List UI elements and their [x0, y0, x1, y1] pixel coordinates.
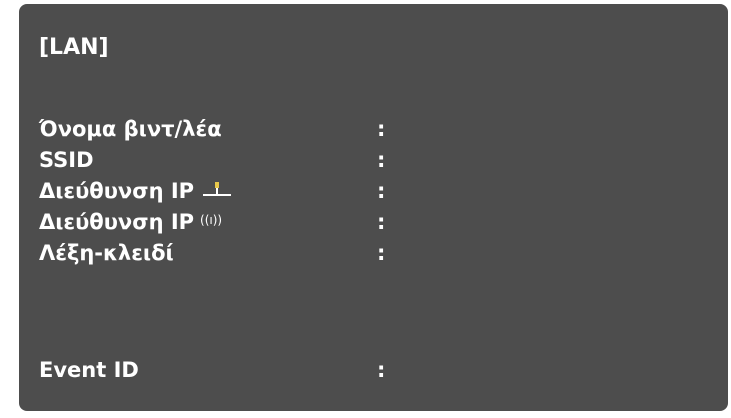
info-row-passphrase: Λέξη-κλειδί :	[39, 239, 539, 267]
row-separator: :	[377, 358, 386, 382]
row-label: Διεύθυνση IP	[39, 210, 195, 234]
row-label: Λέξη-κλειδί	[39, 241, 174, 265]
row-separator: :	[377, 210, 386, 234]
row-separator: :	[377, 179, 386, 203]
info-row-projector-name: Όνομα βιντ/λέα :	[39, 115, 539, 143]
row-separator: :	[377, 117, 386, 141]
info-row-event-id: Event ID :	[39, 356, 539, 384]
row-label: Event ID	[39, 358, 139, 382]
panel-title: [LAN]	[39, 35, 109, 60]
row-separator: :	[377, 241, 386, 265]
wireless-icon: ((ı))	[200, 213, 223, 227]
row-label: Όνομα βιντ/λέα	[39, 117, 222, 141]
info-row-ip-wireless: Διεύθυνση IP ((ı)) :	[39, 208, 539, 236]
row-label: Διεύθυνση IP	[39, 179, 195, 203]
row-label: SSID	[39, 148, 94, 172]
row-separator: :	[377, 148, 386, 172]
info-row-ssid: SSID :	[39, 146, 539, 174]
wired-lan-icon	[202, 178, 232, 204]
info-row-ip-wired: Διεύθυνση IP :	[39, 177, 539, 205]
lan-info-panel: [LAN] Όνομα βιντ/λέα : SSID : Διεύθυνση …	[19, 4, 728, 411]
